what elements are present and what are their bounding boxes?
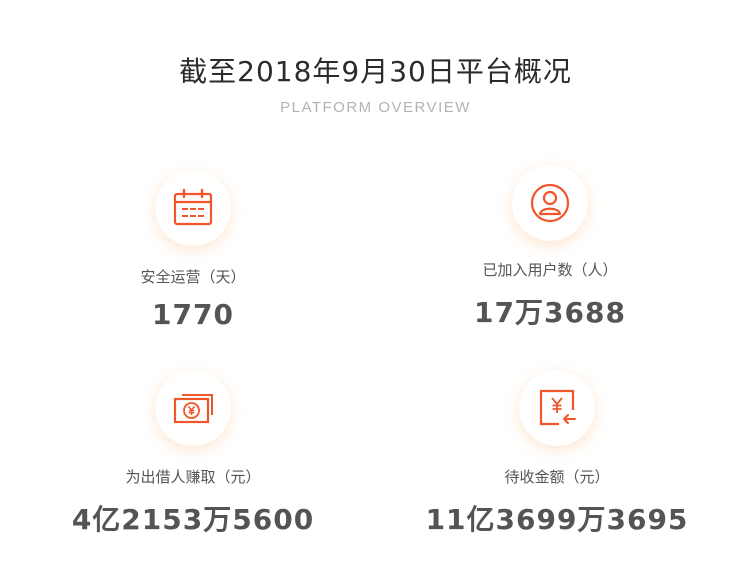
- page-title: 截至2018年9月30日平台概况: [179, 55, 572, 88]
- stat-value: 17万3688: [474, 296, 626, 329]
- icon-circle: [512, 165, 588, 241]
- calendar-icon: [173, 188, 213, 226]
- icon-circle: [155, 170, 231, 246]
- stat-value: 4亿2153万5600: [71, 503, 315, 536]
- icon-circle: [155, 370, 231, 446]
- stat-label: 安全运营（天）: [140, 268, 246, 286]
- stat-value: 11亿3699万3695: [425, 503, 689, 536]
- stat-label: 为出借人赚取（元）: [125, 468, 261, 486]
- page-subtitle: PLATFORM OVERVIEW: [280, 99, 471, 116]
- yuan-transfer-icon: [539, 389, 576, 426]
- stat-label: 待收金额（元）: [504, 468, 610, 486]
- stat-value: 1770: [152, 298, 234, 331]
- stat-label: 已加入用户数（人）: [482, 261, 618, 279]
- yuan-banknote-icon: [173, 394, 213, 424]
- icon-circle: [519, 370, 595, 446]
- user-icon: [530, 183, 570, 223]
